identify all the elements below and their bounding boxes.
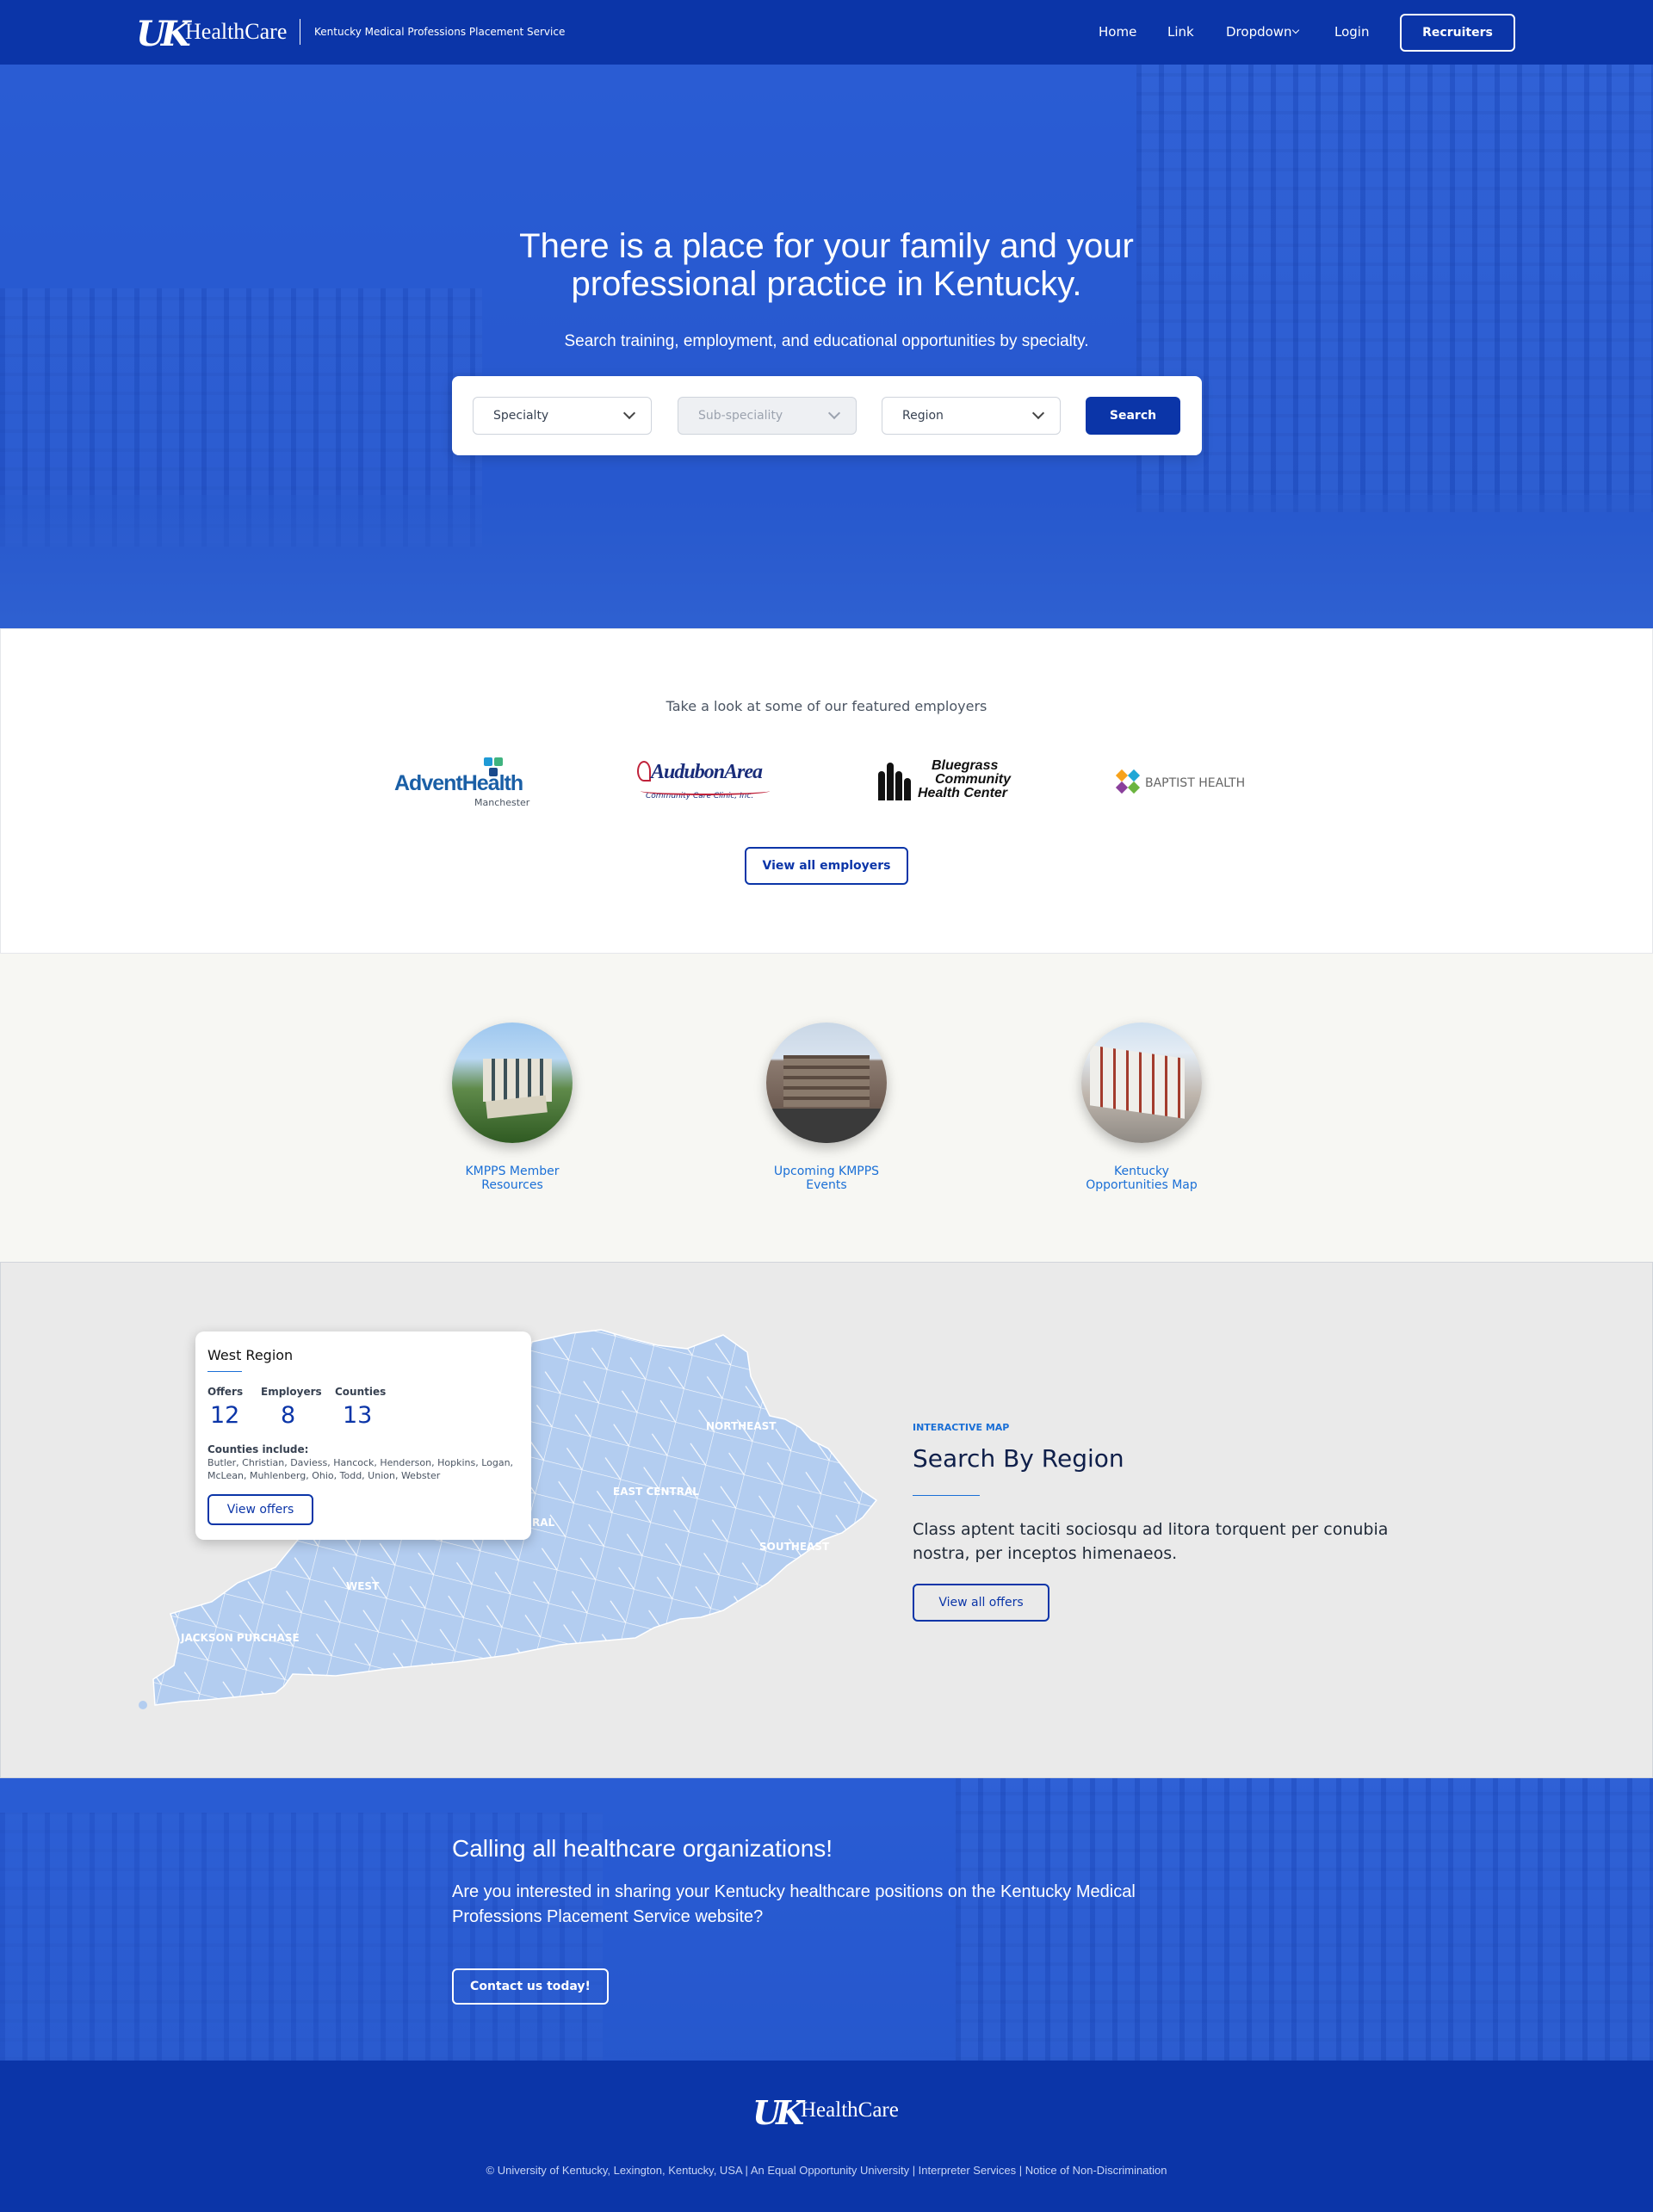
cta-body: Are you interested in sharing your Kentu… <box>452 1880 1227 1930</box>
audubon-swoosh <box>641 787 770 795</box>
region-select-label: Region <box>902 409 944 423</box>
audubon-logo[interactable]: AudubonArea Community Care Clinic, Inc. <box>637 759 783 807</box>
site-header: UK HealthCare Kentucky Medical Professio… <box>0 0 1653 65</box>
nav-home[interactable]: Home <box>1099 24 1136 40</box>
bluegrass-logo[interactable]: Bluegrass Community Health Center <box>876 757 1023 809</box>
map-description-line2: nostra, per inceptos himenaeos. <box>913 1544 1178 1563</box>
featured-employers-section <box>0 628 1653 954</box>
search-panel: Specialty Sub-speciality Region Search <box>452 376 1202 455</box>
cta-heading: Calling all healthcare organizations! <box>452 1835 833 1862</box>
audubon-stethoscope-icon <box>637 761 651 782</box>
region-card-title: West Region <box>207 1347 294 1363</box>
hero-subtitle: Search training, employment, and educati… <box>564 332 1089 350</box>
region-info-card: West Region Offers 12 Employers 8 Counti… <box>195 1332 531 1540</box>
cta-body-line1: Are you interested in sharing your Kentu… <box>452 1882 1136 1901</box>
nav-link[interactable]: Link <box>1167 24 1194 40</box>
view-all-offers-button[interactable]: View all offers <box>913 1584 1049 1622</box>
adventhealth-name: AdventHealth <box>394 771 523 795</box>
subspecialty-select-label: Sub-speciality <box>698 409 783 423</box>
map-kicker: INTERACTIVE MAP <box>913 1422 1010 1433</box>
offers-label: Offers <box>207 1386 244 1398</box>
baptist-name: BAPTIST HEALTH <box>1145 776 1246 790</box>
specialty-select-label: Specialty <box>493 409 549 423</box>
bluegrass-line2: Community <box>935 772 1011 787</box>
region-label-northeast[interactable]: NORTHEAST <box>706 1420 777 1432</box>
opportunities-map-image[interactable] <box>1081 1023 1202 1143</box>
hero-title-line1: There is a place for your family and you… <box>519 227 1134 265</box>
adventhealth-location: Manchester <box>474 797 530 808</box>
search-button[interactable]: Search <box>1086 397 1180 435</box>
opportunities-map-line1: Kentucky <box>1114 1165 1169 1178</box>
offers-count: 12 <box>210 1402 240 1429</box>
upcoming-events-line2: Events <box>806 1178 847 1192</box>
opportunities-map-link[interactable]: Kentucky Opportunities Map <box>1056 1165 1228 1192</box>
counties-list-line1: Butler, Christian, Daviess, Hancock, Hen… <box>207 1457 514 1468</box>
baptist-health-logo[interactable]: BAPTIST HEALTH <box>1115 769 1264 797</box>
subspecialty-select[interactable]: Sub-speciality <box>678 397 857 435</box>
chevron-down-icon <box>622 406 636 420</box>
map-description-line1: Class aptent taciti sociosqu ad litora t… <box>913 1520 1389 1539</box>
chevron-down-icon <box>827 406 841 420</box>
site-footer: UK HealthCare © University of Kentucky, … <box>0 2061 1653 2212</box>
adventhealth-logo[interactable]: AdventHealth Manchester <box>394 756 541 808</box>
region-label-jackson-purchase[interactable]: JACKSON PURCHASE <box>181 1632 300 1644</box>
kentucky-bend-shape <box>139 1701 147 1709</box>
member-resources-line1: KMPPS Member <box>465 1165 560 1178</box>
map-heading-rule <box>913 1495 980 1496</box>
upcoming-events-line1: Upcoming KMPPS <box>773 1165 880 1178</box>
region-label-west[interactable]: WEST <box>346 1580 379 1592</box>
employers-heading: Take a look at some of our featured empl… <box>666 698 987 714</box>
hero-title: There is a place for your family and you… <box>396 227 1257 303</box>
view-all-employers-button[interactable]: View all employers <box>745 847 908 885</box>
upcoming-events-image[interactable] <box>766 1023 887 1143</box>
region-label-central[interactable]: RAL <box>532 1517 554 1529</box>
bluegrass-line3: Health Center <box>918 786 1008 800</box>
recruiters-button[interactable]: Recruiters <box>1400 14 1515 52</box>
audubon-name: AudubonArea <box>651 761 763 783</box>
baptist-cross-icon <box>1115 769 1141 794</box>
view-offers-button[interactable]: View offers <box>207 1494 313 1525</box>
bluegrass-line1: Bluegrass <box>932 758 999 773</box>
employers-count: 8 <box>281 1402 296 1429</box>
counties-label: Counties <box>335 1386 387 1398</box>
chevron-down-icon <box>1291 26 1300 34</box>
counties-list-line2: McLean, Muhlenberg, Ohio, Todd, Union, W… <box>207 1470 441 1481</box>
member-resources-line2: Resources <box>481 1178 543 1192</box>
cta-body-line2: Professions Placement Service website? <box>452 1907 764 1926</box>
counties-include-label: Counties include: <box>207 1443 309 1455</box>
footer-uk-logo-mark: UK <box>752 2093 804 2132</box>
footer-logo[interactable]: UK HealthCare <box>752 2092 907 2132</box>
specialty-select[interactable]: Specialty <box>473 397 652 435</box>
opportunities-map-line2: Opportunities Map <box>1086 1178 1198 1192</box>
map-heading: Search By Region <box>913 1444 1124 1473</box>
region-label-southeast[interactable]: SOUTHEAST <box>759 1541 829 1553</box>
bluegrass-name: Bluegrass Community Health Center <box>914 759 1011 800</box>
uk-logo-mark: UK <box>136 14 191 54</box>
region-select[interactable]: Region <box>882 397 1061 435</box>
healthcare-wordmark: HealthCare <box>185 19 288 44</box>
brand-logo[interactable]: UK HealthCare <box>136 12 300 54</box>
contact-us-button[interactable]: Contact us today! <box>452 1968 609 2005</box>
footer-healthcare-wordmark: HealthCare <box>801 2098 899 2122</box>
employers-label: Employers <box>261 1386 322 1398</box>
member-resources-link[interactable]: KMPPS Member Resources <box>426 1165 598 1192</box>
nav-login[interactable]: Login <box>1334 24 1369 40</box>
hero-title-line2: professional practice in Kentucky. <box>571 265 1082 303</box>
region-label-east-central[interactable]: EAST CENTRAL <box>613 1486 699 1498</box>
upcoming-events-link[interactable]: Upcoming KMPPS Events <box>740 1165 913 1192</box>
map-description: Class aptent taciti sociosqu ad litora t… <box>913 1517 1429 1566</box>
nav-dropdown[interactable]: Dropdown <box>1226 24 1292 40</box>
member-resources-image[interactable] <box>452 1023 573 1143</box>
bluegrass-figures-icon <box>878 759 913 802</box>
counties-count: 13 <box>343 1402 373 1429</box>
chevron-down-icon <box>1031 406 1045 420</box>
footer-legal[interactable]: © University of Kentucky, Lexington, Ken… <box>0 2164 1653 2177</box>
site-tagline: Kentucky Medical Professions Placement S… <box>314 26 566 38</box>
region-card-underline <box>207 1371 242 1372</box>
